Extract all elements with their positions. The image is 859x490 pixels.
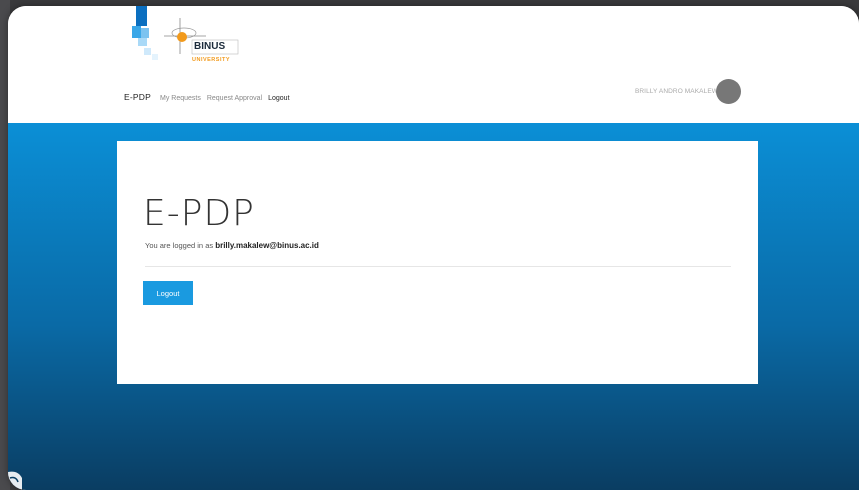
site-header: BINUS UNIVERSITY E-PDP My Requests Reque…: [8, 6, 859, 123]
login-status-prefix: You are logged in as: [145, 241, 216, 250]
nav-brand[interactable]: E-PDP: [124, 92, 151, 102]
content-card: E-PDP You are logged in as brilly.makale…: [117, 141, 758, 384]
binus-logo[interactable]: BINUS UNIVERSITY: [124, 6, 244, 66]
page-title: E-PDP: [143, 193, 255, 234]
divider: [145, 266, 731, 267]
user-name: BRILLY ANDRO MAKALEW: [634, 88, 718, 95]
nav-logout[interactable]: Logout: [268, 95, 289, 102]
browser-window: BINUS UNIVERSITY E-PDP My Requests Reque…: [8, 6, 859, 490]
logo-name: BINUS: [194, 41, 225, 52]
login-status: You are logged in as brilly.makalew@binu…: [145, 241, 319, 250]
nav-request-approval[interactable]: Request Approval: [207, 95, 262, 102]
main-section: E-PDP You are logged in as brilly.makale…: [8, 123, 859, 490]
main-nav: E-PDP My Requests Request Approval Logou…: [124, 92, 296, 102]
user-avatar[interactable]: [716, 79, 741, 104]
corner-mark: [8, 471, 22, 490]
user-email: brilly.makalew@binus.ac.id: [215, 241, 319, 250]
nav-my-requests[interactable]: My Requests: [160, 95, 201, 102]
user-menu[interactable]: BRILLY ANDRO MAKALEW: [635, 79, 741, 104]
logout-button[interactable]: Logout: [143, 281, 193, 305]
logo-tagline: UNIVERSITY: [192, 57, 230, 63]
